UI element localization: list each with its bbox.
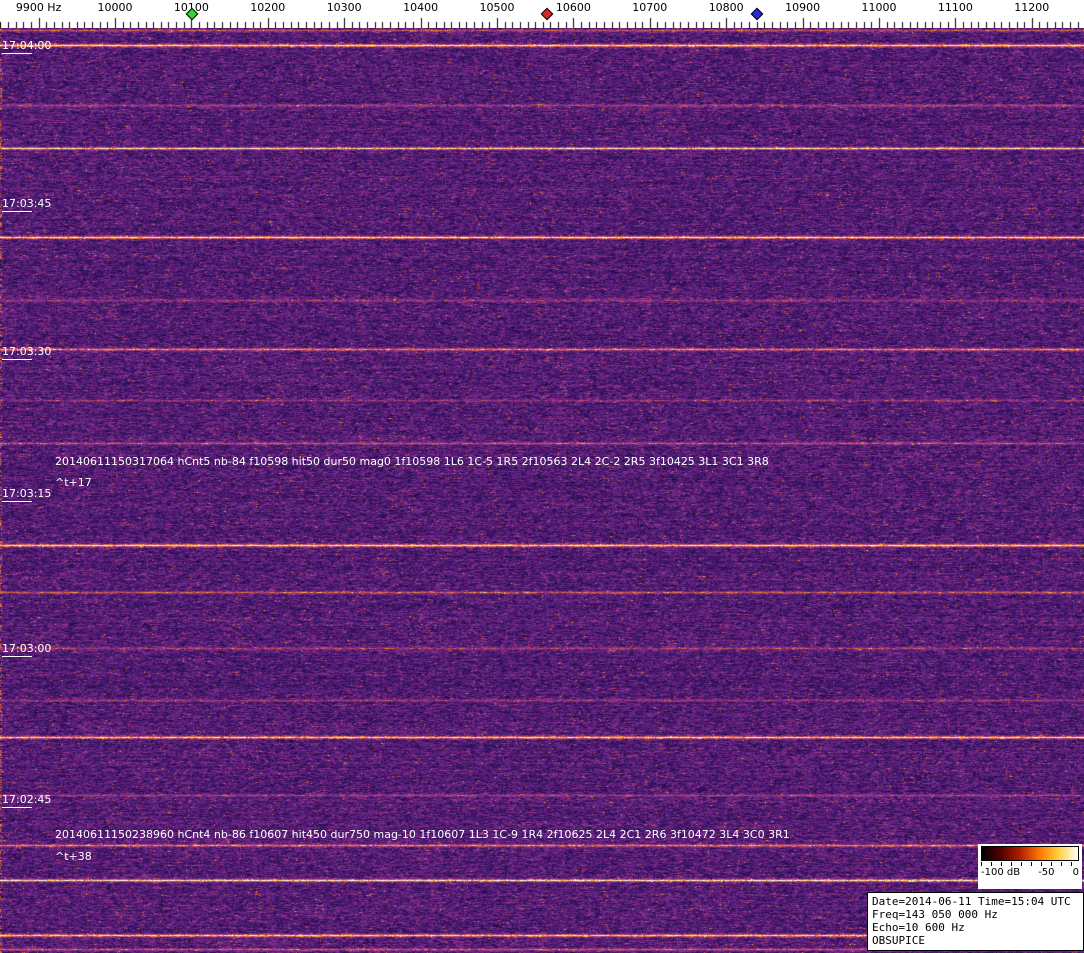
freq-tick-label: 10500 <box>479 1 515 14</box>
time-tick-label: 17:04:00 <box>2 40 51 54</box>
time-tick-text: 17:03:30 <box>2 345 52 358</box>
time-tick-label: 17:03:30 <box>2 346 51 360</box>
freq-tick-label: 10300 <box>326 1 362 14</box>
info-date-time: Date=2014-06-11 Time=15:04 UTC <box>872 895 1071 908</box>
colorbar-min-label: -100 dB <box>981 867 1021 878</box>
colorbar-max-label: 0 <box>1072 867 1079 878</box>
freq-tick-label: 9900 Hz <box>15 1 62 14</box>
meteor-event-time-offset: ^t+17 <box>55 476 92 489</box>
freq-tick-label: 11200 <box>1014 1 1050 14</box>
freq-tick-label: 10000 <box>97 1 133 14</box>
time-tick-text: 17:03:15 <box>2 487 52 500</box>
time-tick-text: 17:03:45 <box>2 197 52 210</box>
frequency-ruler: 9900 Hz100001010010200103001040010500106… <box>0 0 1084 28</box>
freq-tick-label: 10900 <box>785 1 821 14</box>
freq-tick-label: 10800 <box>708 1 744 14</box>
info-box: Date=2014-06-11 Time=15:04 UTC Freq=143 … <box>867 892 1084 951</box>
time-tick-underline <box>2 656 32 657</box>
colorbar-mid-label: -50 <box>1038 867 1055 878</box>
spectrogram-canvas <box>0 28 1084 953</box>
colorbar: -100 dB -50 0 <box>978 844 1082 889</box>
time-tick-label: 17:03:00 <box>2 643 51 657</box>
meteor-event-annotation: 20140611150317064 hCnt5 nb-84 f10598 hit… <box>55 455 769 468</box>
freq-tick-label: 11000 <box>861 1 897 14</box>
freq-tick-label: 10200 <box>250 1 286 14</box>
info-station-name: OBSUPICE <box>872 934 925 947</box>
meteor-event-time-offset: ^t+38 <box>55 850 92 863</box>
info-echo-frequency: Echo=10 600 Hz <box>872 921 965 934</box>
meteor-event-annotation: 20140611150238960 hCnt4 nb-86 f10607 hit… <box>55 828 790 841</box>
info-frequency: Freq=143 050 000 Hz <box>872 908 998 921</box>
colorbar-ticks <box>981 862 1079 866</box>
time-tick-underline <box>2 359 32 360</box>
time-tick-label: 17:03:45 <box>2 198 51 212</box>
freq-tick-label: 10600 <box>555 1 591 14</box>
freq-tick-label: 10400 <box>403 1 439 14</box>
spectrogram-app: 9900 Hz100001010010200103001040010500106… <box>0 0 1084 953</box>
time-tick-text: 17:04:00 <box>2 39 52 52</box>
colorbar-labels: -100 dB -50 0 <box>981 867 1079 878</box>
freq-tick-label: 10700 <box>632 1 668 14</box>
time-tick-underline <box>2 53 32 54</box>
time-tick-label: 17:03:15 <box>2 488 51 502</box>
time-tick-underline <box>2 501 32 502</box>
time-tick-text: 17:02:45 <box>2 793 52 806</box>
time-tick-text: 17:03:00 <box>2 642 52 655</box>
time-tick-underline <box>2 211 32 212</box>
colorbar-gradient <box>981 846 1079 861</box>
time-tick-underline <box>2 807 32 808</box>
time-tick-label: 17:02:45 <box>2 794 51 808</box>
freq-tick-label: 11100 <box>937 1 973 14</box>
